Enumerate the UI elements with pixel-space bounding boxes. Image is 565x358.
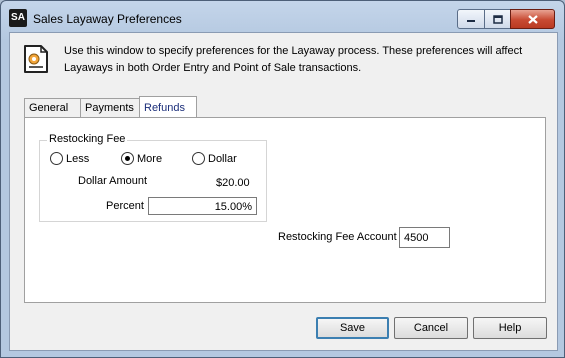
tab-refunds[interactable]: Refunds (139, 96, 197, 119)
preferences-window: SA Sales Layaway Preferences Use this wi… (0, 0, 565, 358)
radio-less[interactable]: Less (50, 152, 89, 165)
close-icon (527, 14, 538, 24)
restocking-fee-group-label: Restocking Fee (47, 133, 128, 145)
help-button[interactable]: Help (473, 317, 547, 339)
radio-less-label: Less (66, 152, 90, 165)
dialog-body: Use this window to specify preferences f… (9, 32, 558, 351)
cancel-button[interactable]: Cancel (394, 317, 468, 339)
radio-more[interactable]: More (121, 152, 162, 165)
dollar-amount-label: Dollar Amount (78, 175, 148, 187)
document-settings-icon (24, 45, 48, 73)
tab-general[interactable]: General (24, 98, 81, 118)
maximize-button[interactable] (484, 9, 511, 29)
refunds-panel: Restocking Fee Less More Dollar Dollar A… (24, 117, 546, 303)
save-button[interactable]: Save (316, 317, 389, 339)
radio-dollar[interactable]: Dollar (192, 152, 237, 165)
restocking-fee-account-label: Restocking Fee Account (278, 231, 397, 243)
window-title: Sales Layaway Preferences (33, 12, 182, 26)
radio-dollar-indicator[interactable] (192, 152, 205, 165)
maximize-icon (492, 14, 503, 24)
radio-more-label: More (137, 152, 163, 165)
restocking-fee-group: Restocking Fee Less More Dollar Dollar A… (39, 133, 267, 222)
radio-less-indicator[interactable] (50, 152, 63, 165)
minimize-icon (467, 20, 475, 22)
tab-payments[interactable]: Payments (80, 98, 141, 118)
percent-field[interactable]: 15.00% (148, 197, 257, 215)
radio-more-indicator[interactable] (121, 152, 134, 165)
dollar-amount-value: $20.00 (216, 177, 250, 189)
close-button[interactable] (510, 9, 555, 29)
minimize-button[interactable] (457, 9, 485, 29)
restocking-fee-account-field[interactable]: 4500 (399, 227, 450, 248)
info-description: Use this window to specify preferences f… (64, 45, 523, 74)
app-icon: SA (9, 9, 27, 27)
percent-label: Percent (106, 200, 144, 212)
radio-dollar-label: Dollar (208, 152, 237, 165)
